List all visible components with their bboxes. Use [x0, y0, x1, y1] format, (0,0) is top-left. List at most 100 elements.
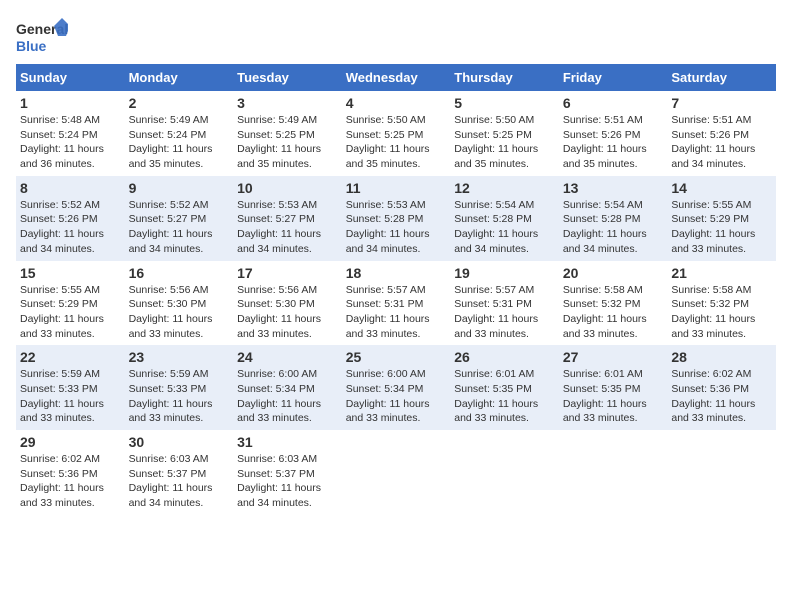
day-number: 7 [671, 95, 772, 111]
calendar-cell: 13 Sunrise: 5:54 AMSunset: 5:28 PMDaylig… [559, 176, 668, 261]
header-tuesday: Tuesday [233, 64, 342, 91]
day-detail: Sunrise: 5:58 AMSunset: 5:32 PMDaylight:… [671, 284, 755, 340]
day-detail: Sunrise: 5:48 AMSunset: 5:24 PMDaylight:… [20, 114, 104, 170]
calendar-cell: 12 Sunrise: 5:54 AMSunset: 5:28 PMDaylig… [450, 176, 559, 261]
day-detail: Sunrise: 6:01 AMSunset: 5:35 PMDaylight:… [454, 368, 538, 424]
calendar-cell: 18 Sunrise: 5:57 AMSunset: 5:31 PMDaylig… [342, 261, 451, 346]
calendar-cell [667, 430, 776, 515]
day-number: 27 [563, 349, 664, 365]
calendar-cell: 4 Sunrise: 5:50 AMSunset: 5:25 PMDayligh… [342, 91, 451, 176]
day-detail: Sunrise: 5:57 AMSunset: 5:31 PMDaylight:… [346, 284, 430, 340]
day-detail: Sunrise: 5:50 AMSunset: 5:25 PMDaylight:… [454, 114, 538, 170]
calendar-cell [342, 430, 451, 515]
day-number: 26 [454, 349, 555, 365]
day-number: 13 [563, 180, 664, 196]
calendar-table: SundayMondayTuesdayWednesdayThursdayFrid… [16, 64, 776, 515]
day-detail: Sunrise: 5:56 AMSunset: 5:30 PMDaylight:… [129, 284, 213, 340]
day-detail: Sunrise: 5:54 AMSunset: 5:28 PMDaylight:… [454, 199, 538, 255]
calendar-cell: 9 Sunrise: 5:52 AMSunset: 5:27 PMDayligh… [125, 176, 234, 261]
calendar-cell: 24 Sunrise: 6:00 AMSunset: 5:34 PMDaylig… [233, 345, 342, 430]
logo-icon: General Blue [16, 16, 68, 56]
day-number: 12 [454, 180, 555, 196]
calendar-week-row: 29 Sunrise: 6:02 AMSunset: 5:36 PMDaylig… [16, 430, 776, 515]
day-number: 29 [20, 434, 121, 450]
day-number: 8 [20, 180, 121, 196]
calendar-cell: 20 Sunrise: 5:58 AMSunset: 5:32 PMDaylig… [559, 261, 668, 346]
day-detail: Sunrise: 5:59 AMSunset: 5:33 PMDaylight:… [129, 368, 213, 424]
calendar-cell: 1 Sunrise: 5:48 AMSunset: 5:24 PMDayligh… [16, 91, 125, 176]
calendar-week-row: 1 Sunrise: 5:48 AMSunset: 5:24 PMDayligh… [16, 91, 776, 176]
day-number: 24 [237, 349, 338, 365]
calendar-cell: 26 Sunrise: 6:01 AMSunset: 5:35 PMDaylig… [450, 345, 559, 430]
day-detail: Sunrise: 5:54 AMSunset: 5:28 PMDaylight:… [563, 199, 647, 255]
logo: General Blue [16, 16, 68, 56]
calendar-cell: 21 Sunrise: 5:58 AMSunset: 5:32 PMDaylig… [667, 261, 776, 346]
day-detail: Sunrise: 5:51 AMSunset: 5:26 PMDaylight:… [563, 114, 647, 170]
day-number: 28 [671, 349, 772, 365]
day-number: 16 [129, 265, 230, 281]
calendar-header-row: SundayMondayTuesdayWednesdayThursdayFrid… [16, 64, 776, 91]
day-number: 20 [563, 265, 664, 281]
day-detail: Sunrise: 6:00 AMSunset: 5:34 PMDaylight:… [346, 368, 430, 424]
calendar-cell: 17 Sunrise: 5:56 AMSunset: 5:30 PMDaylig… [233, 261, 342, 346]
day-detail: Sunrise: 5:53 AMSunset: 5:28 PMDaylight:… [346, 199, 430, 255]
day-number: 23 [129, 349, 230, 365]
calendar-cell: 10 Sunrise: 5:53 AMSunset: 5:27 PMDaylig… [233, 176, 342, 261]
day-detail: Sunrise: 6:00 AMSunset: 5:34 PMDaylight:… [237, 368, 321, 424]
calendar-cell: 23 Sunrise: 5:59 AMSunset: 5:33 PMDaylig… [125, 345, 234, 430]
calendar-cell: 6 Sunrise: 5:51 AMSunset: 5:26 PMDayligh… [559, 91, 668, 176]
day-detail: Sunrise: 6:01 AMSunset: 5:35 PMDaylight:… [563, 368, 647, 424]
calendar-week-row: 22 Sunrise: 5:59 AMSunset: 5:33 PMDaylig… [16, 345, 776, 430]
header-thursday: Thursday [450, 64, 559, 91]
calendar-cell: 19 Sunrise: 5:57 AMSunset: 5:31 PMDaylig… [450, 261, 559, 346]
header-sunday: Sunday [16, 64, 125, 91]
calendar-cell: 25 Sunrise: 6:00 AMSunset: 5:34 PMDaylig… [342, 345, 451, 430]
day-number: 3 [237, 95, 338, 111]
calendar-cell: 29 Sunrise: 6:02 AMSunset: 5:36 PMDaylig… [16, 430, 125, 515]
calendar-cell: 27 Sunrise: 6:01 AMSunset: 5:35 PMDaylig… [559, 345, 668, 430]
calendar-cell: 2 Sunrise: 5:49 AMSunset: 5:24 PMDayligh… [125, 91, 234, 176]
day-number: 11 [346, 180, 447, 196]
day-detail: Sunrise: 6:03 AMSunset: 5:37 PMDaylight:… [129, 453, 213, 509]
day-number: 25 [346, 349, 447, 365]
day-number: 22 [20, 349, 121, 365]
day-number: 9 [129, 180, 230, 196]
day-detail: Sunrise: 5:53 AMSunset: 5:27 PMDaylight:… [237, 199, 321, 255]
day-number: 4 [346, 95, 447, 111]
svg-text:Blue: Blue [16, 38, 47, 54]
day-detail: Sunrise: 5:50 AMSunset: 5:25 PMDaylight:… [346, 114, 430, 170]
calendar-cell: 7 Sunrise: 5:51 AMSunset: 5:26 PMDayligh… [667, 91, 776, 176]
header-friday: Friday [559, 64, 668, 91]
header-wednesday: Wednesday [342, 64, 451, 91]
day-number: 10 [237, 180, 338, 196]
day-number: 6 [563, 95, 664, 111]
calendar-cell: 15 Sunrise: 5:55 AMSunset: 5:29 PMDaylig… [16, 261, 125, 346]
day-number: 5 [454, 95, 555, 111]
day-detail: Sunrise: 5:55 AMSunset: 5:29 PMDaylight:… [20, 284, 104, 340]
day-detail: Sunrise: 6:02 AMSunset: 5:36 PMDaylight:… [671, 368, 755, 424]
day-detail: Sunrise: 5:49 AMSunset: 5:25 PMDaylight:… [237, 114, 321, 170]
day-number: 15 [20, 265, 121, 281]
calendar-cell: 31 Sunrise: 6:03 AMSunset: 5:37 PMDaylig… [233, 430, 342, 515]
day-detail: Sunrise: 5:58 AMSunset: 5:32 PMDaylight:… [563, 284, 647, 340]
header: General Blue [16, 16, 776, 56]
day-detail: Sunrise: 5:51 AMSunset: 5:26 PMDaylight:… [671, 114, 755, 170]
day-number: 30 [129, 434, 230, 450]
calendar-week-row: 15 Sunrise: 5:55 AMSunset: 5:29 PMDaylig… [16, 261, 776, 346]
day-detail: Sunrise: 5:49 AMSunset: 5:24 PMDaylight:… [129, 114, 213, 170]
day-number: 18 [346, 265, 447, 281]
day-number: 1 [20, 95, 121, 111]
calendar-cell: 16 Sunrise: 5:56 AMSunset: 5:30 PMDaylig… [125, 261, 234, 346]
day-number: 17 [237, 265, 338, 281]
day-number: 31 [237, 434, 338, 450]
header-saturday: Saturday [667, 64, 776, 91]
day-detail: Sunrise: 5:52 AMSunset: 5:27 PMDaylight:… [129, 199, 213, 255]
calendar-cell: 28 Sunrise: 6:02 AMSunset: 5:36 PMDaylig… [667, 345, 776, 430]
day-number: 21 [671, 265, 772, 281]
day-detail: Sunrise: 5:57 AMSunset: 5:31 PMDaylight:… [454, 284, 538, 340]
day-number: 14 [671, 180, 772, 196]
calendar-cell: 3 Sunrise: 5:49 AMSunset: 5:25 PMDayligh… [233, 91, 342, 176]
calendar-cell: 22 Sunrise: 5:59 AMSunset: 5:33 PMDaylig… [16, 345, 125, 430]
calendar-cell: 8 Sunrise: 5:52 AMSunset: 5:26 PMDayligh… [16, 176, 125, 261]
day-detail: Sunrise: 5:52 AMSunset: 5:26 PMDaylight:… [20, 199, 104, 255]
